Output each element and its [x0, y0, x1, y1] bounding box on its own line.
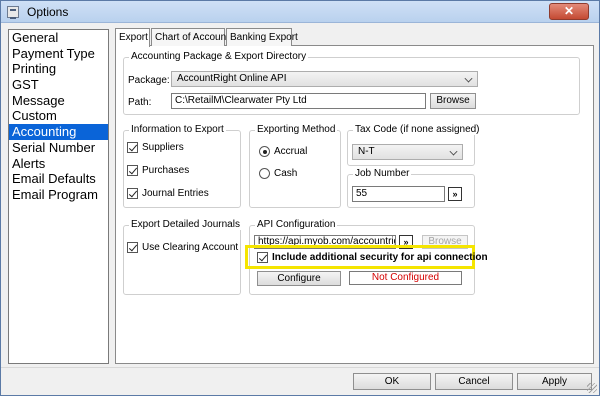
path-browse-button[interactable]: Browse [430, 93, 476, 109]
checkbox-checked-icon [257, 252, 268, 263]
configure-button[interactable]: Configure [257, 271, 341, 286]
radio-unselected-icon [259, 168, 270, 179]
options-window: Options ✕ General Payment Type Printing … [0, 0, 600, 396]
cash-radio[interactable]: Cash [259, 168, 297, 179]
sidebar-item-message[interactable]: Message [9, 93, 108, 109]
tax-code-group: Tax Code (if none assigned) N-T [347, 124, 482, 166]
footer-divider [1, 367, 599, 368]
cancel-button[interactable]: Cancel [435, 373, 513, 390]
sidebar-item-alerts[interactable]: Alerts [9, 156, 108, 172]
sidebar-item-serial-number[interactable]: Serial Number [9, 140, 108, 156]
category-list[interactable]: General Payment Type Printing GST Messag… [8, 29, 109, 364]
tax-code-legend: Tax Code (if none assigned) [353, 124, 482, 135]
accounting-package-legend: Accounting Package & Export Directory [129, 51, 309, 62]
export-tab-panel: Accounting Package & Export Directory Pa… [115, 45, 594, 364]
sidebar-item-custom[interactable]: Custom [9, 108, 108, 124]
tax-code-select[interactable]: N-T [352, 144, 463, 160]
path-label: Path: [128, 97, 152, 108]
information-to-export-group: Information to Export Suppliers Purchase… [123, 124, 241, 208]
use-clearing-account-checkbox[interactable]: Use Clearing Account [127, 242, 238, 253]
purchases-checkbox[interactable]: Purchases [127, 165, 189, 176]
accounting-package-group: Accounting Package & Export Directory Pa… [123, 51, 580, 115]
api-status-text: Not Configured [349, 271, 462, 285]
chevron-down-icon [449, 147, 458, 156]
package-select[interactable]: AccountRight Online API [171, 71, 478, 87]
path-input[interactable]: C:\RetailM\Clearwater Pty Ltd [171, 93, 426, 109]
resize-grip-icon[interactable] [587, 383, 597, 393]
accrual-radio[interactable]: Accrual [259, 146, 307, 157]
ok-button[interactable]: OK [353, 373, 431, 390]
journal-entries-label: Journal Entries [142, 188, 209, 199]
package-value: AccountRight Online API [177, 73, 287, 84]
chevron-down-icon [464, 74, 473, 83]
checkbox-checked-icon [127, 242, 138, 253]
close-icon: ✕ [563, 4, 575, 18]
title-bar[interactable]: Options ✕ [1, 1, 599, 23]
radio-selected-icon [259, 146, 270, 157]
sidebar-item-printing[interactable]: Printing [9, 61, 108, 77]
tax-code-value: N-T [358, 146, 375, 157]
exporting-method-legend: Exporting Method [255, 124, 338, 135]
include-security-checkbox[interactable]: Include additional security for api conn… [257, 252, 488, 263]
job-number-input[interactable]: 55 [352, 186, 445, 202]
sidebar-item-payment-type[interactable]: Payment Type [9, 46, 108, 62]
suppliers-checkbox[interactable]: Suppliers [127, 142, 184, 153]
export-detailed-journals-legend: Export Detailed Journals [129, 219, 242, 230]
app-icon [7, 6, 19, 19]
checkbox-checked-icon [127, 142, 138, 153]
sidebar-item-general[interactable]: General [9, 30, 108, 46]
sidebar-item-gst[interactable]: GST [9, 77, 108, 93]
accrual-label: Accrual [274, 146, 308, 157]
exporting-method-group: Exporting Method Accrual Cash [249, 124, 341, 208]
package-label: Package: [128, 75, 170, 86]
job-number-group: Job Number 55 » [347, 168, 475, 208]
apply-button[interactable]: Apply [517, 373, 592, 390]
purchases-label: Purchases [142, 165, 190, 176]
job-number-picker-button[interactable]: » [448, 187, 462, 201]
information-to-export-legend: Information to Export [129, 124, 226, 135]
tab-export[interactable]: Export [115, 28, 150, 47]
tab-banking-export[interactable]: Banking Export [226, 28, 298, 46]
sidebar-item-accounting[interactable]: Accounting [9, 124, 108, 140]
window-title: Options [27, 5, 69, 19]
use-clearing-account-label: Use Clearing Account [142, 242, 239, 253]
checkbox-checked-icon [127, 165, 138, 176]
sidebar-item-email-program[interactable]: Email Program [9, 187, 108, 203]
tab-chart-of-accounts[interactable]: Chart of Accounts [151, 28, 234, 46]
journal-entries-checkbox[interactable]: Journal Entries [127, 188, 209, 199]
double-chevron-right-icon: » [452, 189, 458, 199]
export-detailed-journals-group: Export Detailed Journals Use Clearing Ac… [123, 219, 242, 295]
close-button[interactable]: ✕ [549, 3, 589, 20]
checkbox-checked-icon [127, 188, 138, 199]
sidebar-item-email-defaults[interactable]: Email Defaults [9, 171, 108, 187]
suppliers-label: Suppliers [142, 142, 184, 153]
api-configuration-legend: API Configuration [255, 219, 338, 230]
cash-label: Cash [274, 168, 298, 179]
job-number-legend: Job Number [353, 168, 412, 179]
include-security-label: Include additional security for api conn… [272, 252, 488, 263]
